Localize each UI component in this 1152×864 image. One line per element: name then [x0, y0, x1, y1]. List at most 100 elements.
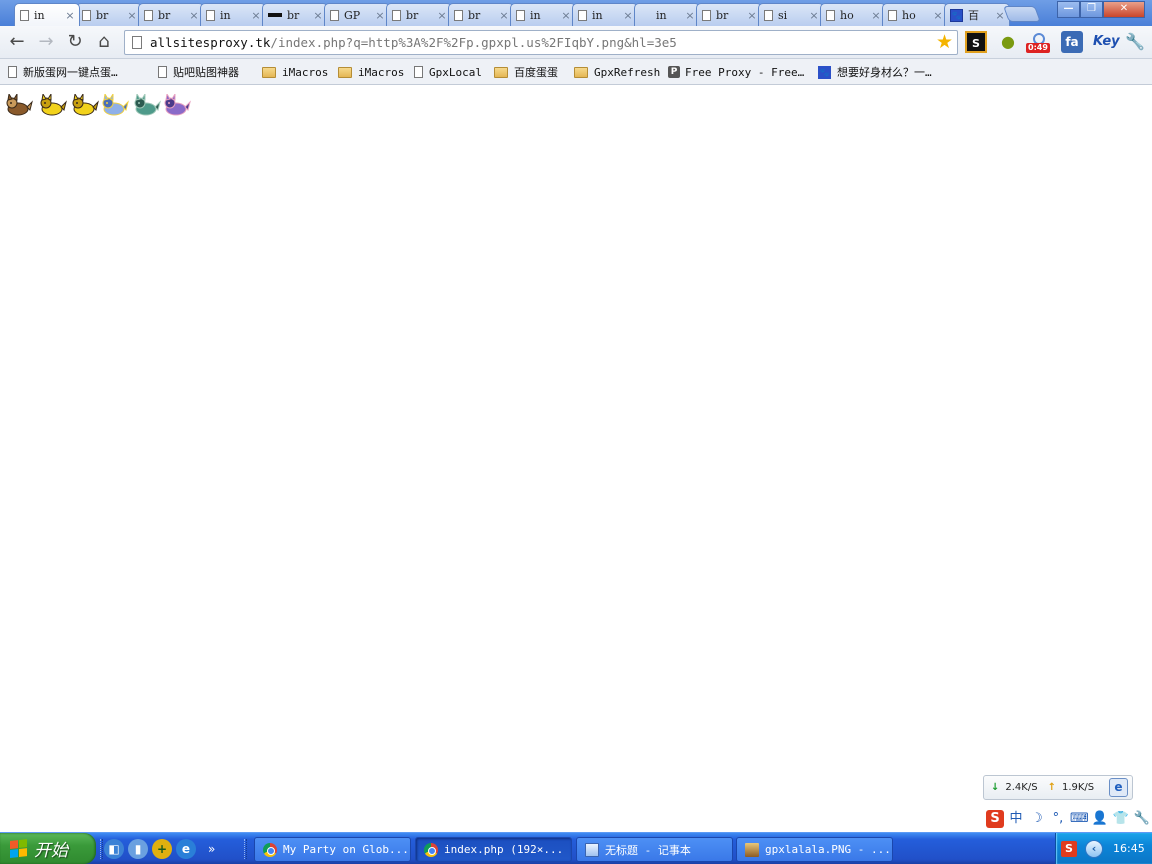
taskbar-button[interactable]: gpxlalala.PNG - ...: [736, 837, 893, 862]
teal-creature-sprite: [134, 94, 161, 116]
page-icon: [8, 66, 17, 78]
tab[interactable]: br ×: [386, 3, 452, 26]
page-icon: [414, 66, 423, 78]
new-tab-button[interactable]: [1003, 6, 1041, 22]
tab[interactable]: in ×: [200, 3, 266, 26]
media-player-icon[interactable]: ▮: [128, 839, 148, 859]
show-desktop-icon[interactable]: ◧: [104, 839, 124, 859]
tab[interactable]: in ×: [14, 3, 80, 26]
ime-chinese-mode[interactable]: 中: [1007, 810, 1025, 828]
notepad-icon: [585, 842, 599, 857]
page-icon: [20, 9, 29, 21]
address-bar[interactable]: allsitesproxy.tk/index.php?q=http%3A%2F%…: [124, 30, 958, 55]
bookmark-item[interactable]: P Free Proxy - Free…: [668, 62, 804, 82]
page-icon: [888, 9, 897, 21]
timer-extension-icon[interactable]: 0:49: [1026, 31, 1052, 53]
tab-title: 百: [968, 9, 979, 22]
tab-close-icon[interactable]: ×: [809, 9, 819, 22]
minimize-button[interactable]: —: [1057, 1, 1080, 18]
tab-close-icon[interactable]: ×: [995, 9, 1005, 22]
clock[interactable]: 16:45: [1113, 842, 1145, 855]
tab-close-icon[interactable]: ×: [623, 9, 633, 22]
forward-button[interactable]: →: [35, 31, 57, 53]
tab[interactable]: br ×: [448, 3, 514, 26]
tab[interactable]: ho ×: [882, 3, 948, 26]
home-button[interactable]: ⌂: [93, 31, 115, 53]
tab-close-icon[interactable]: ×: [437, 9, 447, 22]
bookmark-item[interactable]: iMacros: [262, 62, 328, 82]
bookmark-item[interactable]: 贴吧贴图神器: [158, 62, 239, 82]
bookmark-item[interactable]: GpxLocal: [414, 62, 482, 82]
fa-extension-icon[interactable]: fa: [1061, 31, 1083, 53]
network-speed-widget[interactable]: ↓ 2.4K/S ↑ 1.9K/S e: [983, 775, 1133, 800]
bookmark-item[interactable]: 🐾 想要好身材么？一…: [818, 62, 932, 82]
tab-title: br: [716, 8, 729, 22]
taskbar-button[interactable]: My Party on Glob...: [254, 837, 411, 862]
key-extension-icon[interactable]: Key: [1093, 31, 1120, 53]
tray-expand-icon[interactable]: ‹: [1085, 839, 1103, 858]
address-host: allsitesproxy.tk: [150, 35, 271, 50]
folder-icon: [494, 66, 508, 78]
bookmark-star-icon[interactable]: ★: [936, 31, 953, 54]
maximize-button[interactable]: ❐: [1080, 1, 1103, 18]
tab[interactable]: br ×: [262, 3, 328, 26]
quick-launch-more-icon[interactable]: »: [208, 842, 215, 856]
taskbar-button-label: My Party on Glob...: [283, 843, 409, 856]
tab-close-icon[interactable]: ×: [499, 9, 509, 22]
punctuation-icon[interactable]: °,: [1049, 810, 1067, 828]
add-icon[interactable]: +: [152, 839, 172, 859]
moon-icon[interactable]: ☽: [1028, 810, 1046, 828]
address-path: /index.php?q=http%3A%2F%2Fp.gpxpl.us%2FI…: [270, 35, 677, 50]
address-text[interactable]: allsitesproxy.tk/index.php?q=http%3A%2F%…: [150, 35, 677, 50]
tab[interactable]: br ×: [696, 3, 762, 26]
tab-close-icon[interactable]: ×: [561, 9, 571, 22]
tab[interactable]: GP ×: [324, 3, 390, 26]
tab-close-icon[interactable]: ×: [747, 9, 757, 22]
ie-icon[interactable]: e: [1109, 778, 1128, 797]
tab-close-icon[interactable]: ×: [375, 9, 385, 22]
tab-close-icon[interactable]: ×: [251, 9, 261, 22]
tab[interactable]: ho ×: [820, 3, 886, 26]
screen: in × br × br × in × br × GP × br × br × in × in × in × br × si × h…: [0, 0, 1152, 864]
settings-wrench-icon[interactable]: 🔧: [1133, 810, 1151, 828]
tab-close-icon[interactable]: ×: [685, 9, 695, 22]
tab-close-icon[interactable]: ×: [933, 9, 943, 22]
egg-extension-icon[interactable]: ●: [997, 31, 1019, 53]
tab[interactable]: br ×: [76, 3, 142, 26]
tab[interactable]: in ×: [572, 3, 638, 26]
taskbar-grip[interactable]: [100, 839, 103, 859]
start-button[interactable]: 开始: [0, 833, 96, 864]
tab-close-icon[interactable]: ×: [189, 9, 199, 22]
tab-close-icon[interactable]: ×: [127, 9, 137, 22]
tab-close-icon[interactable]: ×: [871, 9, 881, 22]
bookmark-item[interactable]: 新版蛋网一键点蛋…: [8, 62, 118, 82]
tab[interactable]: in ×: [634, 3, 700, 26]
back-button[interactable]: ←: [6, 31, 28, 53]
tab[interactable]: 🐾 百 ×: [944, 3, 1010, 26]
bookmark-item[interactable]: iMacros: [338, 62, 404, 82]
tab-strip: in × br × br × in × br × GP × br × br × in × in × in × br × si × h…: [0, 0, 1152, 26]
sogou-tray-icon[interactable]: S: [1061, 840, 1077, 857]
tab[interactable]: si ×: [758, 3, 824, 26]
bookmark-item[interactable]: GpxRefresh: [574, 62, 660, 82]
reload-button[interactable]: ↻: [64, 31, 86, 53]
taskbar-grip[interactable]: [244, 839, 247, 859]
taskbar-button[interactable]: 无标题 - 记事本: [576, 837, 733, 862]
page-icon: [392, 9, 401, 21]
skin-icon[interactable]: 👕: [1112, 810, 1130, 828]
page-icon: [132, 36, 142, 49]
sogou-extension-icon[interactable]: S: [965, 31, 987, 53]
tab-close-icon[interactable]: ×: [65, 9, 75, 22]
tab[interactable]: in ×: [510, 3, 576, 26]
taskbar-button[interactable]: index.php (192×...: [415, 837, 572, 862]
close-window-button[interactable]: ✕: [1103, 1, 1145, 18]
windows-logo-icon: [10, 838, 28, 859]
internet-explorer-icon[interactable]: e: [176, 839, 196, 859]
tab[interactable]: br ×: [138, 3, 204, 26]
user-icon[interactable]: 👤: [1091, 810, 1109, 828]
ime-sogou-icon[interactable]: S: [986, 810, 1004, 828]
tab-close-icon[interactable]: ×: [313, 9, 323, 22]
wrench-menu-icon[interactable]: 🔧: [1124, 31, 1146, 53]
keyboard-icon[interactable]: ⌨: [1070, 810, 1089, 828]
bookmark-item[interactable]: 百度蛋蛋: [494, 62, 558, 82]
